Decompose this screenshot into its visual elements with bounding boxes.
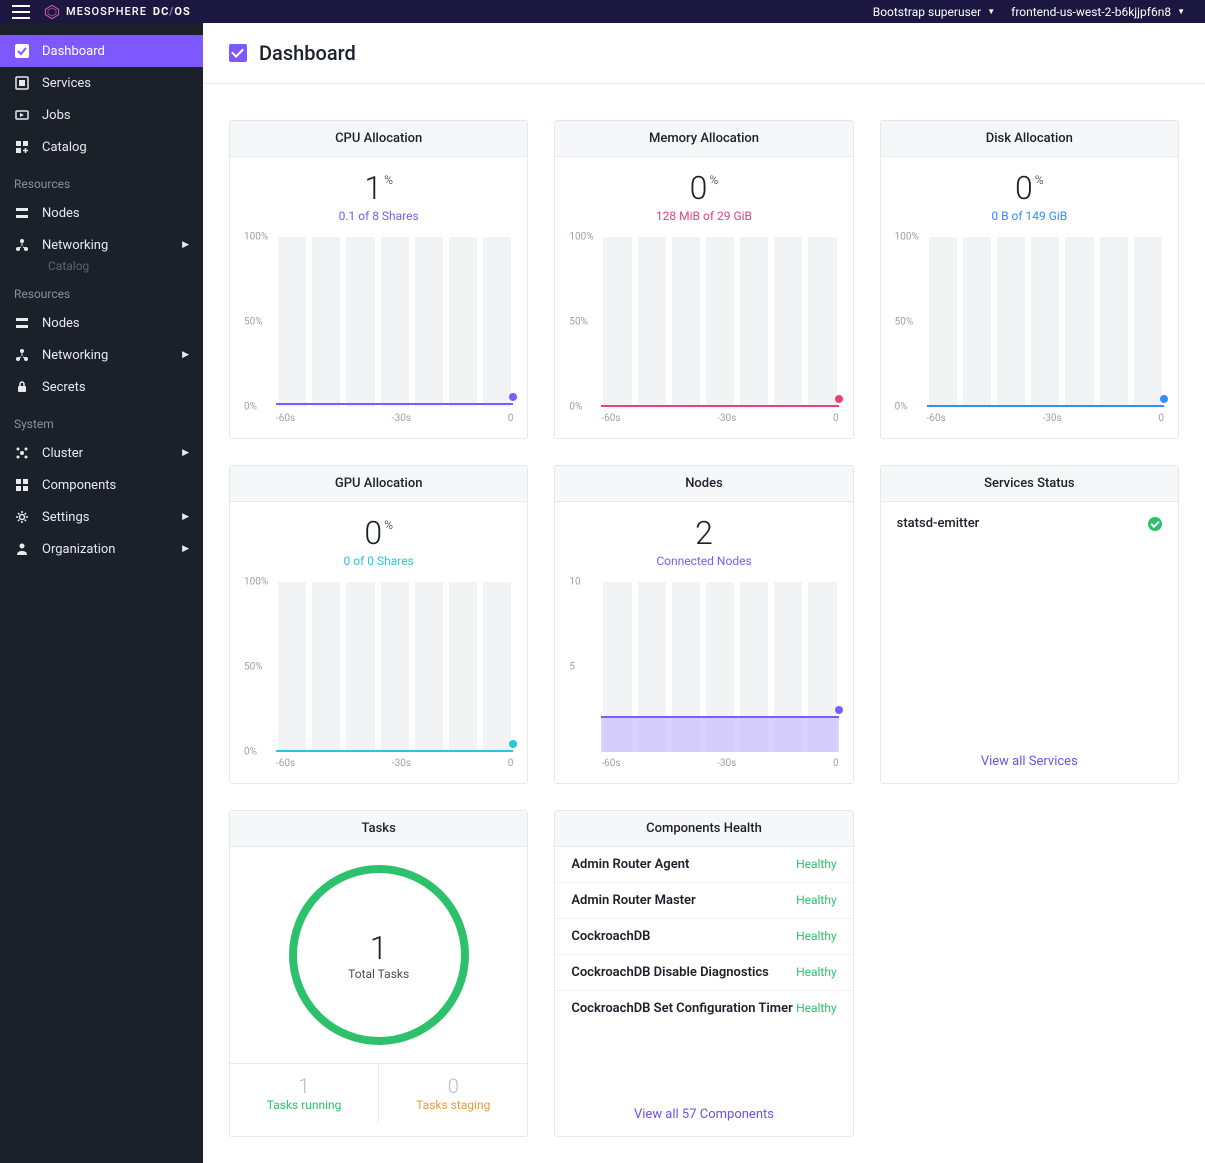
panel-gpu: GPU Allocation 0% 0 of 0 Shares 100% 50%…: [229, 465, 528, 784]
user-label: Bootstrap superuser: [873, 5, 982, 19]
cpu-sub: 0.1 of 8 Shares: [230, 209, 527, 223]
panel-title: GPU Allocation: [230, 466, 527, 502]
view-all-components-link[interactable]: View all 57 Components: [634, 1107, 774, 1122]
panel-memory: Memory Allocation 0% 128 MiB of 29 GiB 1…: [554, 120, 853, 439]
brand-prefix: MESOSPHERE: [66, 5, 147, 18]
component-row[interactable]: CockroachDB Set Configuration TimerHealt…: [555, 991, 852, 1026]
panel-title: Nodes: [555, 466, 852, 502]
disk-sub: 0 B of 149 GiB: [881, 209, 1178, 223]
disk-chart: 100% 50% 0% -60s-30s0: [881, 227, 1178, 438]
menu-icon[interactable]: [12, 5, 30, 19]
gear-icon: [14, 509, 30, 525]
nodes-icon: [14, 205, 30, 221]
networking-icon: [14, 347, 30, 363]
panel-title: Tasks: [230, 811, 527, 847]
panel-title: Components Health: [555, 811, 852, 847]
chevron-right-icon: ▶: [182, 350, 189, 360]
nav-cluster[interactable]: Cluster ▶: [0, 437, 203, 469]
nav-settings[interactable]: Settings ▶: [0, 501, 203, 533]
dashboard-page-icon: [229, 44, 247, 62]
catalog-icon: [14, 139, 30, 155]
brand: MESOSPHERE DC/OS: [44, 4, 191, 20]
component-row[interactable]: Admin Router AgentHealthy: [555, 847, 852, 883]
panel-tasks: Tasks 1 Total Tasks 1 Tasks running 0 T: [229, 810, 528, 1137]
dashboard-icon: [14, 43, 30, 59]
nav-catalog[interactable]: Catalog: [0, 131, 203, 163]
networking-icon: [14, 237, 30, 253]
organization-icon: [14, 541, 30, 557]
chevron-right-icon: ▶: [182, 544, 189, 554]
section-resources: Resources: [0, 163, 203, 197]
component-row[interactable]: CockroachDBHealthy: [555, 919, 852, 955]
cpu-chart: 100% 50% 0% -60s-30s0: [230, 227, 527, 438]
cluster-menu[interactable]: frontend-us-west-2-b6kjjpf6n8 ▼: [1003, 5, 1193, 19]
section-resources-2: Resources: [0, 273, 203, 307]
healthy-icon: [1148, 517, 1162, 531]
nav-networking[interactable]: Networking ▶: [0, 229, 203, 261]
sidebar: Dashboard Services Jobs Catalog Resource…: [0, 23, 203, 1163]
cluster-label: frontend-us-west-2-b6kjjpf6n8: [1011, 5, 1171, 19]
mem-sub: 128 MiB of 29 GiB: [555, 209, 852, 223]
nav-organization[interactable]: Organization ▶: [0, 533, 203, 565]
cluster-icon: [14, 445, 30, 461]
chevron-right-icon: ▶: [182, 448, 189, 458]
tasks-running: 1 Tasks running: [230, 1064, 379, 1122]
nav-networking-2[interactable]: Networking ▶: [0, 339, 203, 371]
service-row[interactable]: statsd-emitter: [881, 502, 1178, 545]
panel-title: Services Status: [881, 466, 1178, 502]
component-row[interactable]: CockroachDB Disable DiagnosticsHealthy: [555, 955, 852, 991]
nav-nodes-2[interactable]: Nodes: [0, 307, 203, 339]
panel-title: CPU Allocation: [230, 121, 527, 157]
page-header: Dashboard: [203, 23, 1205, 84]
nav-jobs[interactable]: Jobs: [0, 99, 203, 131]
service-name: statsd-emitter: [897, 516, 980, 531]
jobs-icon: [14, 107, 30, 123]
nav-secrets[interactable]: Secrets: [0, 371, 203, 403]
nodes-sub: Connected Nodes: [555, 554, 852, 568]
nodes-icon: [14, 315, 30, 331]
panel-nodes: Nodes 2 Connected Nodes 10 5 -60s-30s0: [554, 465, 853, 784]
panel-title: Disk Allocation: [881, 121, 1178, 157]
tasks-staging: 0 Tasks staging: [379, 1064, 527, 1122]
components-icon: [14, 477, 30, 493]
nav-nodes[interactable]: Nodes: [0, 197, 203, 229]
gpu-sub: 0 of 0 Shares: [230, 554, 527, 568]
lock-icon: [14, 379, 30, 395]
panel-services-status: Services Status statsd-emitter View all …: [880, 465, 1179, 784]
component-row[interactable]: Admin Router MasterHealthy: [555, 883, 852, 919]
panel-components-health: Components Health Admin Router AgentHeal…: [554, 810, 853, 1137]
panel-title: Memory Allocation: [555, 121, 852, 157]
chevron-right-icon: ▶: [182, 240, 189, 250]
caret-down-icon: ▼: [1177, 7, 1185, 16]
page-title: Dashboard: [259, 41, 356, 65]
services-icon: [14, 75, 30, 91]
nav-dashboard[interactable]: Dashboard: [0, 35, 203, 67]
tasks-donut: 1 Total Tasks: [289, 865, 469, 1045]
nodes-chart: 10 5 -60s-30s0: [555, 572, 852, 783]
panel-disk: Disk Allocation 0% 0 B of 149 GiB 100% 5…: [880, 120, 1179, 439]
user-menu[interactable]: Bootstrap superuser ▼: [865, 5, 1003, 19]
mesosphere-logo-icon: [44, 4, 60, 20]
nav-services[interactable]: Services: [0, 67, 203, 99]
mem-chart: 100% 50% 0% -60s-30s0: [555, 227, 852, 438]
section-system: System: [0, 403, 203, 437]
nav-components[interactable]: Components: [0, 469, 203, 501]
gpu-chart: 100% 50% 0% -60s-30s0: [230, 572, 527, 783]
caret-down-icon: ▼: [987, 7, 995, 16]
view-all-services-link[interactable]: View all Services: [981, 754, 1078, 769]
panel-cpu: CPU Allocation 1% 0.1 of 8 Shares 100% 5…: [229, 120, 528, 439]
chevron-right-icon: ▶: [182, 512, 189, 522]
topbar: MESOSPHERE DC/OS Bootstrap superuser ▼ f…: [0, 0, 1205, 23]
main-content: Dashboard CPU Allocation 1% 0.1 of 8 Sha…: [203, 23, 1205, 1163]
